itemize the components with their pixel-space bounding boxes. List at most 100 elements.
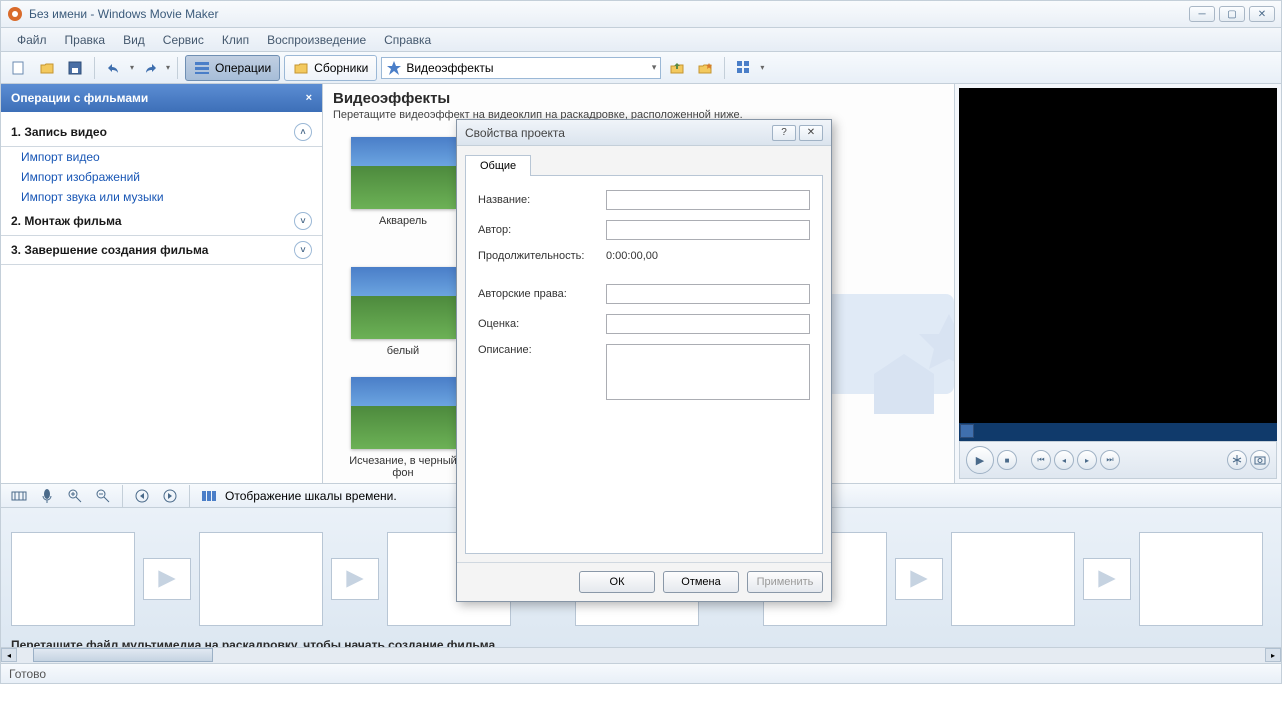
chevron-down-icon: ˅	[294, 241, 312, 259]
tasks-pane: Операции с фильмами × 1. Запись видео ˄ …	[1, 84, 323, 483]
up-level-button[interactable]	[665, 56, 689, 80]
task-section-edit-label: 2. Монтаж фильма	[11, 214, 122, 228]
transition-slot[interactable]	[331, 558, 379, 600]
task-section-capture-label: 1. Запись видео	[11, 125, 107, 139]
menu-tools[interactable]: Сервис	[155, 30, 212, 50]
view-options-button[interactable]	[732, 56, 756, 80]
timeline-view-button[interactable]	[7, 484, 31, 508]
play-timeline-button[interactable]	[158, 484, 182, 508]
window-titlebar: Без имени - Windows Movie Maker ─ ▢ ✕	[0, 0, 1282, 28]
prev-clip-button[interactable]: ⏮	[1031, 450, 1051, 470]
copyright-field[interactable]	[606, 284, 810, 304]
effect-label: Исчезание, в черный фон	[343, 455, 463, 479]
cancel-button[interactable]: Отмена	[663, 571, 739, 593]
zoom-in-button[interactable]	[63, 484, 87, 508]
tasks-toggle-label: Операции	[215, 61, 271, 75]
stop-button[interactable]: ■	[997, 450, 1017, 470]
menu-clip[interactable]: Клип	[214, 30, 257, 50]
dialog-titlebar[interactable]: Свойства проекта ? ✕	[457, 120, 831, 146]
step-back-button[interactable]: ◂	[1054, 450, 1074, 470]
next-clip-button[interactable]: ⏭	[1100, 450, 1120, 470]
menu-help[interactable]: Справка	[376, 30, 439, 50]
narrate-button[interactable]	[35, 484, 59, 508]
name-field[interactable]	[606, 190, 810, 210]
zoom-out-button[interactable]	[91, 484, 115, 508]
show-timeline-button[interactable]	[197, 484, 221, 508]
label-duration: Продолжительность:	[478, 250, 606, 262]
effect-item[interactable]: Акварель	[343, 137, 463, 227]
scroll-left-icon[interactable]: ◂	[1, 648, 17, 662]
dialog-help-button[interactable]: ?	[772, 125, 796, 141]
tasks-close-icon[interactable]: ×	[306, 92, 312, 104]
transition-slot[interactable]	[143, 558, 191, 600]
tasks-icon	[194, 60, 210, 76]
undo-dropdown-icon[interactable]: ▾	[130, 63, 134, 72]
undo-button[interactable]	[102, 56, 126, 80]
preview-pane: ▶ ■ ⏮ ◂ ▸ ⏭	[955, 84, 1281, 483]
label-author: Автор:	[478, 224, 606, 236]
preview-seekbar[interactable]	[959, 423, 1277, 441]
storyboard-slot[interactable]	[11, 532, 135, 626]
apply-button[interactable]: Применить	[747, 571, 823, 593]
transition-slot[interactable]	[1083, 558, 1131, 600]
task-import-video[interactable]: Импорт видео	[1, 147, 322, 167]
step-fwd-button[interactable]: ▸	[1077, 450, 1097, 470]
task-import-images[interactable]: Импорт изображений	[1, 167, 322, 187]
menu-view[interactable]: Вид	[115, 30, 153, 50]
storyboard-scrollbar[interactable]: ◂ ▸	[1, 647, 1281, 663]
open-button[interactable]	[35, 56, 59, 80]
transition-slot[interactable]	[895, 558, 943, 600]
new-button[interactable]	[7, 56, 31, 80]
folder-icon	[293, 60, 309, 76]
combo-label: Видеоэффекты	[406, 61, 493, 75]
scroll-right-icon[interactable]: ▸	[1265, 648, 1281, 662]
project-properties-dialog: Свойства проекта ? ✕ Общие Название: Авт…	[456, 119, 832, 602]
storyboard-slot[interactable]	[951, 532, 1075, 626]
task-import-audio[interactable]: Импорт звука или музыки	[1, 187, 322, 207]
effect-label: Акварель	[343, 215, 463, 227]
redo-button[interactable]	[138, 56, 162, 80]
task-section-edit[interactable]: 2. Монтаж фильма ˅	[1, 207, 322, 236]
storyboard-slot[interactable]	[1139, 532, 1263, 626]
tab-general[interactable]: Общие	[465, 155, 531, 176]
seek-handle-icon[interactable]	[960, 424, 974, 438]
new-folder-button[interactable]	[693, 56, 717, 80]
author-field[interactable]	[606, 220, 810, 240]
menu-play[interactable]: Воспроизведение	[259, 30, 374, 50]
effect-label: белый	[343, 345, 463, 357]
maximize-button[interactable]: ▢	[1219, 6, 1245, 22]
status-text: Готово	[9, 667, 46, 681]
label-name: Название:	[478, 194, 606, 206]
collection-combo[interactable]: Видеоэффекты ▾	[381, 57, 661, 79]
play-button[interactable]: ▶	[966, 446, 994, 474]
save-button[interactable]	[63, 56, 87, 80]
label-description: Описание:	[478, 344, 606, 356]
snapshot-button[interactable]	[1250, 450, 1270, 470]
dialog-close-button[interactable]: ✕	[799, 125, 823, 141]
split-button[interactable]	[1227, 450, 1247, 470]
rewind-button[interactable]	[130, 484, 154, 508]
task-section-finish[interactable]: 3. Завершение создания фильма ˅	[1, 236, 322, 265]
tasks-header: Операции с фильмами ×	[1, 84, 322, 112]
ok-button[interactable]: ОК	[579, 571, 655, 593]
chevron-up-icon: ˄	[294, 123, 312, 141]
collection-title: Видеоэффекты	[323, 84, 954, 109]
rating-field[interactable]	[606, 314, 810, 334]
close-button[interactable]: ✕	[1249, 6, 1275, 22]
storyboard-slot[interactable]	[199, 532, 323, 626]
collections-toggle-label: Сборники	[314, 61, 368, 75]
effect-item[interactable]: Исчезание, в черный фон	[343, 377, 463, 479]
scroll-thumb[interactable]	[33, 648, 213, 662]
description-field[interactable]	[606, 344, 810, 400]
tasks-toggle[interactable]: Операции	[185, 55, 280, 81]
status-bar: Готово	[0, 664, 1282, 684]
menu-edit[interactable]: Правка	[57, 30, 114, 50]
window-title: Без имени - Windows Movie Maker	[29, 7, 1189, 21]
menu-file[interactable]: Файл	[9, 30, 55, 50]
redo-dropdown-icon[interactable]: ▾	[166, 63, 170, 72]
view-dropdown-icon[interactable]: ▾	[760, 63, 764, 72]
effect-item[interactable]: белый	[343, 267, 463, 357]
task-section-capture[interactable]: 1. Запись видео ˄	[1, 118, 322, 147]
collections-toggle[interactable]: Сборники	[284, 55, 377, 81]
minimize-button[interactable]: ─	[1189, 6, 1215, 22]
